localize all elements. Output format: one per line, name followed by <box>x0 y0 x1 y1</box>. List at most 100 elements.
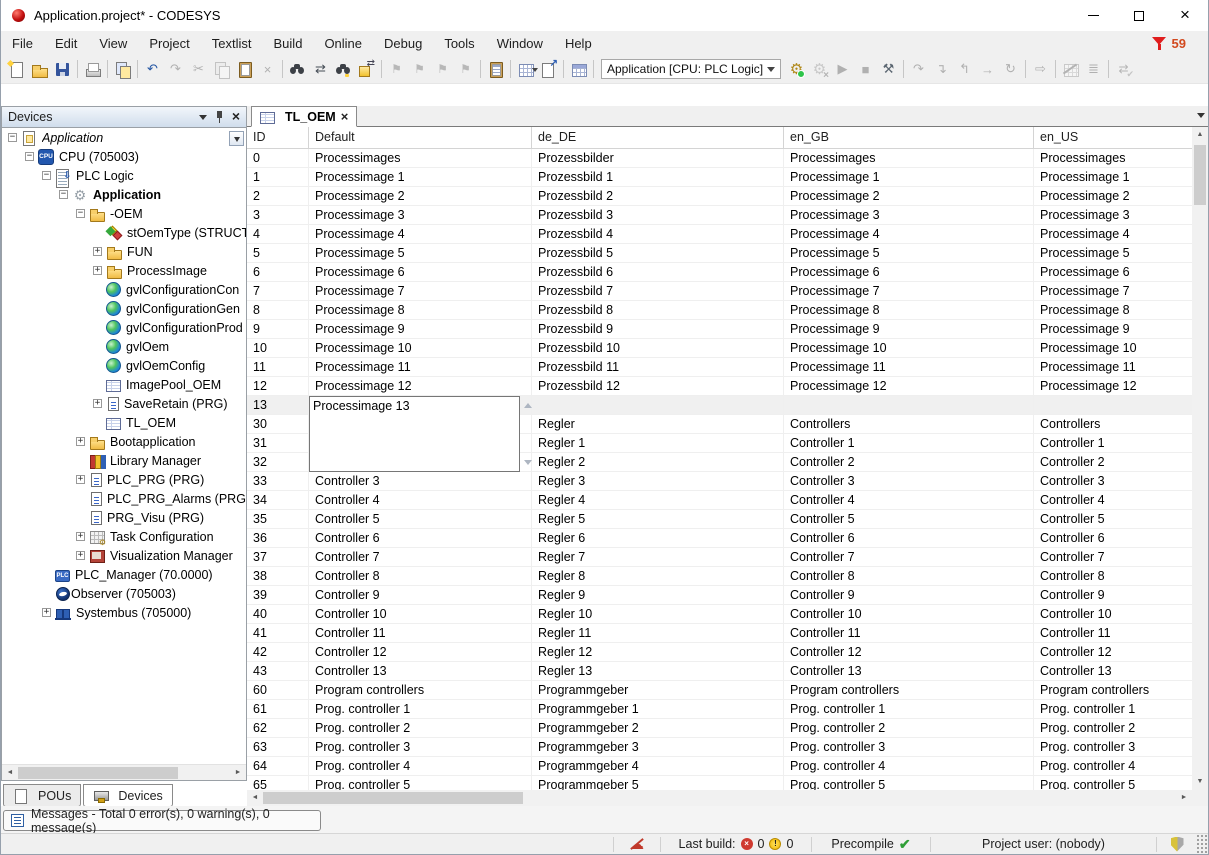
column-header-en-us[interactable]: en_US <box>1034 127 1192 148</box>
toggle-bookmark-button[interactable] <box>385 58 408 80</box>
minimize-button[interactable] <box>1070 0 1116 31</box>
menu-view[interactable]: View <box>88 33 138 54</box>
cell-default[interactable]: Processimage 9 <box>309 320 532 338</box>
cell-de-de[interactable]: Programmgeber <box>532 681 784 699</box>
table-row-65[interactable]: 65Prog. controller 5Programmgeber 5Prog.… <box>247 776 1192 790</box>
cell-de-de[interactable]: Regler 13 <box>532 662 784 680</box>
redo-button[interactable]: ↷ <box>164 58 187 80</box>
tree-item-gvlconfigurationprod[interactable]: gvlConfigurationProd <box>2 318 246 337</box>
cell-en-gb[interactable]: Controller 2 <box>784 453 1034 471</box>
scroll-right-icon[interactable]: ► <box>230 765 246 781</box>
cell-de-de[interactable]: Prozessbild 5 <box>532 244 784 262</box>
view-tab-devices[interactable]: Devices <box>83 784 172 807</box>
previous-bookmark-button[interactable] <box>408 58 431 80</box>
cell-en-us[interactable]: Processimage 8 <box>1034 301 1192 319</box>
cell-en-gb[interactable]: Controller 1 <box>784 434 1034 452</box>
tree-item-application[interactable]: −Application <box>2 128 246 147</box>
cell-en-gb[interactable]: Prog. controller 3 <box>784 738 1034 756</box>
cell-de-de[interactable]: Programmgeber 5 <box>532 776 784 790</box>
cell-id[interactable]: 33 <box>247 472 309 490</box>
close-button[interactable] <box>1162 0 1208 31</box>
cell-en-gb[interactable]: Controller 5 <box>784 510 1034 528</box>
cell-en-gb[interactable]: Controller 6 <box>784 529 1034 547</box>
cell-default[interactable]: Controller 11 <box>309 624 532 642</box>
window-position-icon[interactable] <box>199 115 207 124</box>
paste-button[interactable] <box>233 58 256 80</box>
cell-edit-box[interactable]: Processimage 13 <box>309 396 520 472</box>
table-row-1[interactable]: 1Processimage 1Prozessbild 1Processimage… <box>247 168 1192 187</box>
column-header-en-gb[interactable]: en_GB <box>784 127 1034 148</box>
table-row-10[interactable]: 10Processimage 10Prozessbild 10Processim… <box>247 339 1192 358</box>
cell-en-us[interactable]: Controller 13 <box>1034 662 1192 680</box>
cell-default[interactable]: Processimage 5 <box>309 244 532 262</box>
table-row-60[interactable]: 60Program controllersProgrammgeberProgra… <box>247 681 1192 700</box>
cell-de-de[interactable]: Regler 6 <box>532 529 784 547</box>
open-project-button[interactable] <box>28 58 51 80</box>
service-tool-button[interactable]: ⚒ <box>877 58 900 80</box>
resize-grip[interactable] <box>1197 834 1208 854</box>
cell-en-gb[interactable]: Controller 9 <box>784 586 1034 604</box>
cell-id[interactable]: 39 <box>247 586 309 604</box>
cell-en-us[interactable] <box>1034 396 1192 414</box>
tree-item-oem[interactable]: −-OEM <box>2 204 246 223</box>
tree-item-cpu-705003[interactable]: −CPU (705003) <box>2 147 246 166</box>
table-row-33[interactable]: 33Controller 3Regler 3Controller 3Contro… <box>247 472 1192 491</box>
cell-default[interactable]: Processimage 6 <box>309 263 532 281</box>
cell-en-gb[interactable]: Controller 10 <box>784 605 1034 623</box>
table-row-35[interactable]: 35Controller 5Regler 5Controller 5Contro… <box>247 510 1192 529</box>
expander-icon[interactable]: + <box>42 608 51 617</box>
tree-item-plc-manager-70-0000[interactable]: PLC_Manager (70.0000) <box>2 565 246 584</box>
cell-en-us[interactable]: Controller 4 <box>1034 491 1192 509</box>
cell-default[interactable]: Prog. controller 4 <box>309 757 532 775</box>
copy-button[interactable] <box>210 58 233 80</box>
table-row-5[interactable]: 5Processimage 5Prozessbild 5Processimage… <box>247 244 1192 263</box>
cell-en-gb[interactable]: Controller 8 <box>784 567 1034 585</box>
export-button[interactable] <box>537 58 560 80</box>
table-row-9[interactable]: 9Processimage 9Prozessbild 9Processimage… <box>247 320 1192 339</box>
tree-item-task-configuration[interactable]: +Task Configuration <box>2 527 246 546</box>
cell-de-de[interactable]: Prozessbild 3 <box>532 206 784 224</box>
cell-en-gb[interactable]: Controller 13 <box>784 662 1034 680</box>
cell-de-de[interactable]: Regler 11 <box>532 624 784 642</box>
cell-de-de[interactable]: Regler 7 <box>532 548 784 566</box>
cell-en-us[interactable]: Processimage 12 <box>1034 377 1192 395</box>
tree-item-systembus-705000[interactable]: +Systembus (705000) <box>2 603 246 622</box>
tree-item-gvlconfigurationgen[interactable]: gvlConfigurationGen <box>2 299 246 318</box>
table-row-62[interactable]: 62Prog. controller 2Programmgeber 2Prog.… <box>247 719 1192 738</box>
cell-en-gb[interactable]: Processimage 9 <box>784 320 1034 338</box>
cell-en-gb[interactable]: Processimages <box>784 149 1034 167</box>
active-application-combo[interactable]: Application [CPU: PLC Logic] <box>601 59 781 79</box>
cell-id[interactable]: 34 <box>247 491 309 509</box>
expander-icon[interactable]: + <box>76 551 85 560</box>
cell-de-de[interactable]: Programmgeber 3 <box>532 738 784 756</box>
cell-id[interactable]: 32 <box>247 453 309 471</box>
tree-item-gvloemconfig[interactable]: gvlOemConfig <box>2 356 246 375</box>
menu-window[interactable]: Window <box>486 33 554 54</box>
cell-de-de[interactable]: Prozessbild 9 <box>532 320 784 338</box>
table-row-12[interactable]: 12Processimage 12Prozessbild 12Processim… <box>247 377 1192 396</box>
cell-id[interactable]: 4 <box>247 225 309 243</box>
cell-default[interactable]: Processimage 4 <box>309 225 532 243</box>
cell-en-us[interactable]: Controller 2 <box>1034 453 1192 471</box>
scroll-down-icon[interactable]: ▼ <box>1192 774 1208 790</box>
tree-item-plc-logic[interactable]: −PLC Logic <box>2 166 246 185</box>
cell-id[interactable]: 43 <box>247 662 309 680</box>
table-row-61[interactable]: 61Prog. controller 1Programmgeber 1Prog.… <box>247 700 1192 719</box>
add-object-button[interactable] <box>514 58 537 80</box>
cell-id[interactable]: 64 <box>247 757 309 775</box>
table-row-38[interactable]: 38Controller 8Regler 8Controller 8Contro… <box>247 567 1192 586</box>
step-into-button[interactable]: ↴ <box>930 58 953 80</box>
cell-default[interactable]: Prog. controller 3 <box>309 738 532 756</box>
cell-en-us[interactable]: Controller 9 <box>1034 586 1192 604</box>
editor-tab-tl-oem[interactable]: TL_OEM <box>251 106 357 127</box>
cell-en-gb[interactable]: Controller 4 <box>784 491 1034 509</box>
cell-en-us[interactable]: Processimage 4 <box>1034 225 1192 243</box>
tree-item-processimage[interactable]: +ProcessImage <box>2 261 246 280</box>
cell-en-gb[interactable]: Controller 11 <box>784 624 1034 642</box>
cell-id[interactable]: 8 <box>247 301 309 319</box>
tree-item-tl-oem[interactable]: TL_OEM <box>2 413 246 432</box>
filter-icon[interactable] <box>1152 36 1167 51</box>
edit-box-scrollbar[interactable] <box>521 397 534 471</box>
cell-de-de[interactable]: Regler 3 <box>532 472 784 490</box>
stop-button[interactable]: ■ <box>854 58 877 80</box>
